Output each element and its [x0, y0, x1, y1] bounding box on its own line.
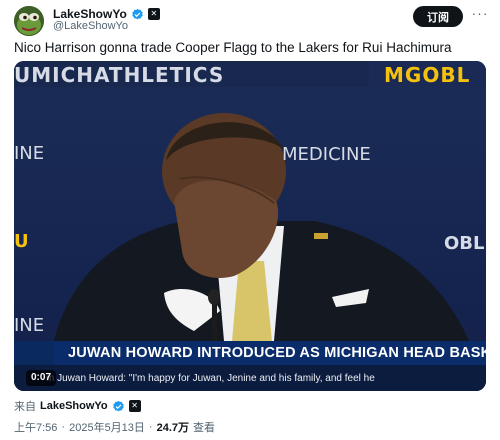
video-player[interactable]: UMICHATHLETICS MGOBL INE MEDICINE U OBL …: [14, 61, 486, 391]
x-affiliate-icon: [128, 400, 141, 412]
views-label: 查看: [193, 422, 216, 434]
meta-separator: ·: [148, 421, 153, 433]
backdrop-text-umichathletics: UMICHATHLETICS: [14, 63, 225, 87]
author-handle[interactable]: @LakeShowYo: [53, 20, 128, 32]
chyron-headline: JUWAN HOWARD INTRODUCED AS MICHIGAN HEAD…: [68, 345, 486, 361]
source-prefix: 来自: [14, 401, 36, 413]
author-display-name[interactable]: LakeShowYo: [53, 7, 127, 21]
tweet-date[interactable]: 2025年5月13日: [69, 419, 145, 435]
source-row: 来自 LakeShowYo: [14, 398, 141, 414]
chyron-logo: [14, 341, 54, 365]
caption-bar: m Juwan Howard: "I'm happy for Juwan, Je…: [14, 365, 486, 391]
views-count: 24.7万: [156, 422, 190, 434]
backdrop-text-ine-2: INE: [14, 315, 45, 336]
frog-avatar-icon[interactable]: [14, 6, 44, 36]
more-horizontal-icon[interactable]: ···: [471, 6, 489, 22]
backdrop-text-mgoblue: MGOBL: [384, 63, 471, 87]
author-name-row: LakeShowYo: [53, 7, 160, 21]
meta-separator: ·: [61, 421, 66, 433]
backdrop-text-medicine: MEDICINE: [282, 144, 371, 165]
verified-badge-icon: [132, 8, 143, 19]
backdrop-text-obl: OBL: [444, 233, 485, 254]
backdrop-text-ine-1: INE: [14, 143, 45, 164]
x-affiliate-icon: [147, 8, 160, 20]
backdrop-text-u: U: [14, 231, 29, 252]
tweet-card: LakeShowYo @LakeShowYo 订阅 ··· Nico Harri…: [0, 0, 500, 440]
tweet-meta-row: 上午7:56 · 2025年5月13日 · 24.7万 查看: [14, 419, 215, 435]
source-name[interactable]: LakeShowYo: [40, 400, 108, 412]
news-chyron: JUWAN HOWARD INTRODUCED AS MICHIGAN HEAD…: [14, 341, 486, 365]
video-timestamp: 0:07: [26, 370, 57, 386]
caption-text: m Juwan Howard: "I'm happy for Juwan, Je…: [46, 373, 375, 384]
verified-badge-icon: [112, 400, 124, 411]
tweet-text: Nico Harrison gonna trade Cooper Flagg t…: [14, 40, 452, 55]
tweet-time[interactable]: 上午7:56: [14, 419, 57, 435]
subscribe-button[interactable]: 订阅: [413, 6, 463, 27]
